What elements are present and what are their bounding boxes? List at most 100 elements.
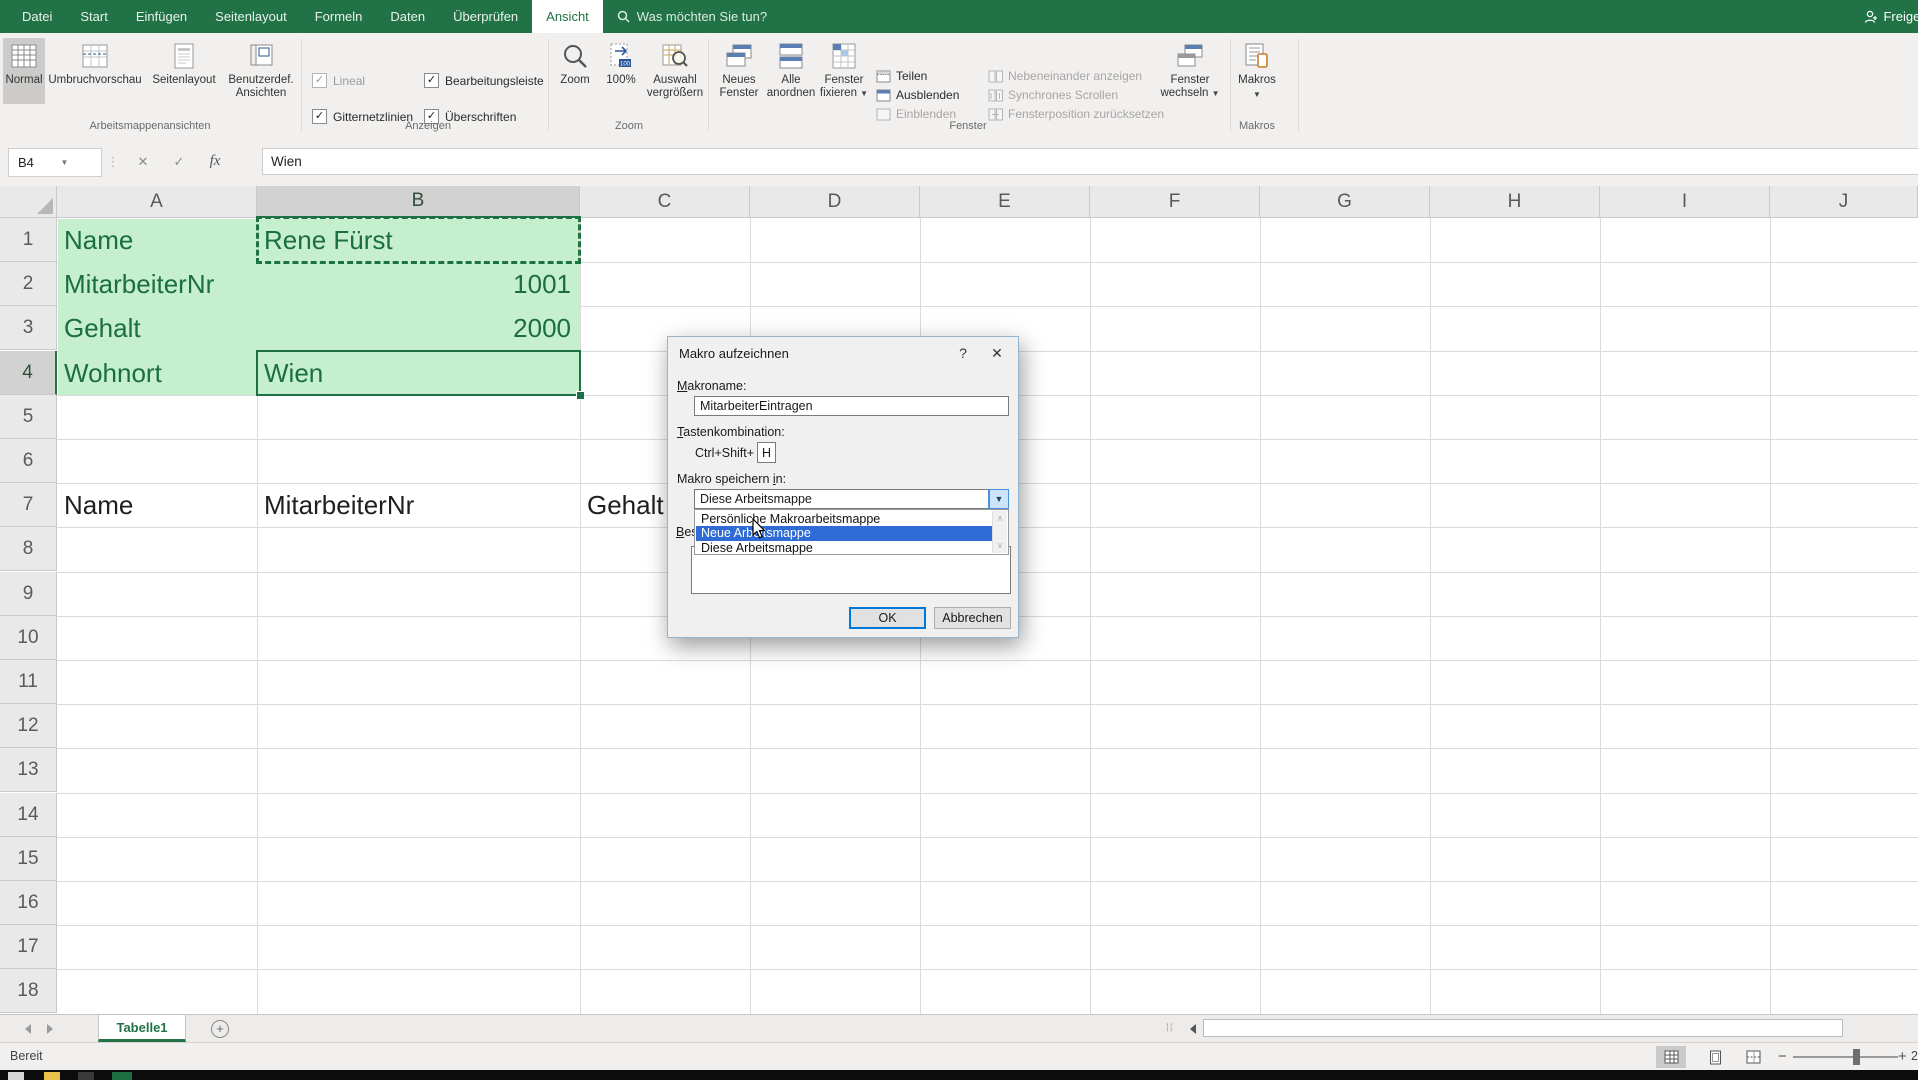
cell-a7[interactable]: Name [64,483,248,527]
column-header-h[interactable]: H [1430,186,1600,218]
zoom-out-button[interactable]: − [1778,1048,1787,1065]
cell-b3[interactable]: 2000 [264,306,571,350]
tell-me-search[interactable]: Was möchten Sie tun? [617,0,767,33]
sheet-prev-icon[interactable] [25,1024,31,1034]
normal-view-button[interactable]: Normal [3,38,45,104]
sheet-tab-tabelle1[interactable]: Tabelle1 [98,1015,186,1042]
combobox-dropdown-button[interactable]: ▼ [988,489,1009,509]
row-header-2[interactable]: 2 [0,262,57,306]
view-normal-button[interactable] [1656,1046,1686,1068]
row-header-9[interactable]: 9 [0,572,57,616]
cell-a4[interactable]: Wohnort [64,351,248,395]
column-header-e[interactable]: E [920,186,1090,218]
ribbon-tab-einfügen[interactable]: Einfügen [122,0,201,33]
zoom-percentage-clipped[interactable]: 2 [1911,1049,1918,1063]
name-box[interactable]: B4 ▼ [8,148,102,177]
row-header-16[interactable]: 16 [0,881,57,925]
view-page-break-button[interactable] [1738,1046,1768,1068]
column-header-d[interactable]: D [750,186,920,218]
zoom-button[interactable]: Zoom [552,38,598,104]
dropdown-option-1[interactable]: Persönliche Makroarbeitsmappe [696,511,992,526]
row-header-12[interactable]: 12 [0,704,57,748]
ribbon-tab-daten[interactable]: Daten [376,0,439,33]
row-header-15[interactable]: 15 [0,837,57,881]
excel-taskbar-icon[interactable] [112,1072,132,1080]
ribbon-tab-seitenlayout[interactable]: Seitenlayout [201,0,301,33]
macro-name-input[interactable]: MitarbeiterEintragen [694,396,1009,416]
cell-b7[interactable]: MitarbeiterNr [264,483,571,527]
split-button[interactable]: Teilen [876,69,927,83]
select-all-corner[interactable] [0,186,57,218]
name-box-splitter[interactable]: ⋮ [104,148,122,175]
confirm-entry-icon[interactable]: ✓ [164,148,194,175]
switch-windows-button[interactable]: Fenster wechseln ▼ [1158,38,1222,104]
column-header-j[interactable]: J [1770,186,1918,218]
file-explorer-icon[interactable] [44,1072,60,1080]
row-header-11[interactable]: 11 [0,660,57,704]
arrange-all-button[interactable]: Alle anordnen [767,38,815,104]
ribbon-tab-datei[interactable]: Datei [8,0,66,33]
view-page-layout-button[interactable] [1700,1046,1730,1068]
cell-b2[interactable]: 1001 [264,262,571,306]
start-button-icon[interactable] [8,1072,24,1080]
column-header-a[interactable]: A [57,186,257,218]
row-header-13[interactable]: 13 [0,748,57,792]
formula-bar-checkbox[interactable]: ✓ Bearbeitungsleiste [424,73,544,88]
column-header-c[interactable]: C [580,186,750,218]
ribbon-tab-ansicht[interactable]: Ansicht [532,0,603,33]
row-header-10[interactable]: 10 [0,616,57,660]
zoom-to-selection-button[interactable]: Auswahl vergrößern [644,38,706,104]
row-header-3[interactable]: 3 [0,306,57,350]
cell-a1[interactable]: Name [64,218,248,262]
store-macro-in-combobox[interactable]: Diese Arbeitsmappe ▼ [694,489,1009,509]
row-header-4[interactable]: 4 [0,351,57,395]
chevron-down-icon[interactable]: ▼ [61,158,95,167]
chevron-up-icon[interactable]: ∧ [997,513,1004,524]
dropdown-scrollbar[interactable]: ∧ ∨ [992,511,1007,553]
store-macro-dropdown-list[interactable]: ∧ ∨ Persönliche Makroarbeitsmappe Neue Ar… [694,509,1009,555]
ribbon-tab-formeln[interactable]: Formeln [301,0,377,33]
zoom-100-button[interactable]: 100 100% [600,38,642,104]
taskbar-app-icon[interactable] [78,1072,94,1080]
zoom-slider-thumb[interactable] [1853,1049,1860,1065]
row-header-6[interactable]: 6 [0,439,57,483]
zoom-in-button[interactable]: + [1898,1048,1907,1065]
page-break-preview-button[interactable]: Umbruchvorschau [47,38,143,104]
dropdown-option-2[interactable]: Neue Arbeitsmappe [696,525,992,541]
hscroll-left-icon[interactable] [1190,1024,1196,1034]
ok-button[interactable]: OK [849,607,926,629]
fill-handle[interactable] [576,391,585,400]
row-header-18[interactable]: 18 [0,969,57,1013]
hide-button[interactable]: Ausblenden [876,88,959,102]
freeze-panes-button[interactable]: Fenster fixieren ▼ [816,38,872,104]
row-header-1[interactable]: 1 [0,218,57,262]
zoom-slider-track[interactable] [1793,1056,1898,1058]
sheet-next-icon[interactable] [47,1024,53,1034]
row-header-8[interactable]: 8 [0,527,57,571]
formula-input[interactable]: Wien [262,148,1918,175]
column-header-b[interactable]: B [257,186,580,218]
cancel-button[interactable]: Abbrechen [934,607,1011,629]
windows-taskbar[interactable] [0,1070,1918,1080]
custom-views-button[interactable]: Benutzerdef. Ansichten [226,38,296,104]
row-header-14[interactable]: 14 [0,793,57,837]
macros-button[interactable]: Makros ▼ [1234,38,1280,104]
chevron-down-icon[interactable]: ∨ [997,540,1004,551]
horizontal-scrollbar-thumb[interactable] [1203,1019,1843,1037]
column-header-i[interactable]: I [1600,186,1770,218]
share-button[interactable]: Freigeben [1864,0,1918,33]
column-header-f[interactable]: F [1090,186,1260,218]
insert-function-icon[interactable]: fx [200,148,230,175]
column-header-g[interactable]: G [1260,186,1430,218]
row-header-7[interactable]: 7 [0,483,57,527]
dropdown-option-3[interactable]: Diese Arbeitsmappe [696,540,992,555]
cell-a2[interactable]: MitarbeiterNr [64,262,248,306]
page-layout-view-button[interactable]: Seitenlayout [145,38,223,104]
tab-scrollbar-splitter[interactable]: ⁞⁞ [1166,1023,1174,1034]
dialog-close-icon[interactable]: ✕ [984,342,1010,364]
row-header-5[interactable]: 5 [0,395,57,439]
new-window-button[interactable]: Neues Fenster [712,38,766,104]
ribbon-tab-überprüfen[interactable]: Überprüfen [439,0,532,33]
cancel-entry-icon[interactable]: ✕ [128,148,158,175]
ribbon-tab-start[interactable]: Start [66,0,121,33]
